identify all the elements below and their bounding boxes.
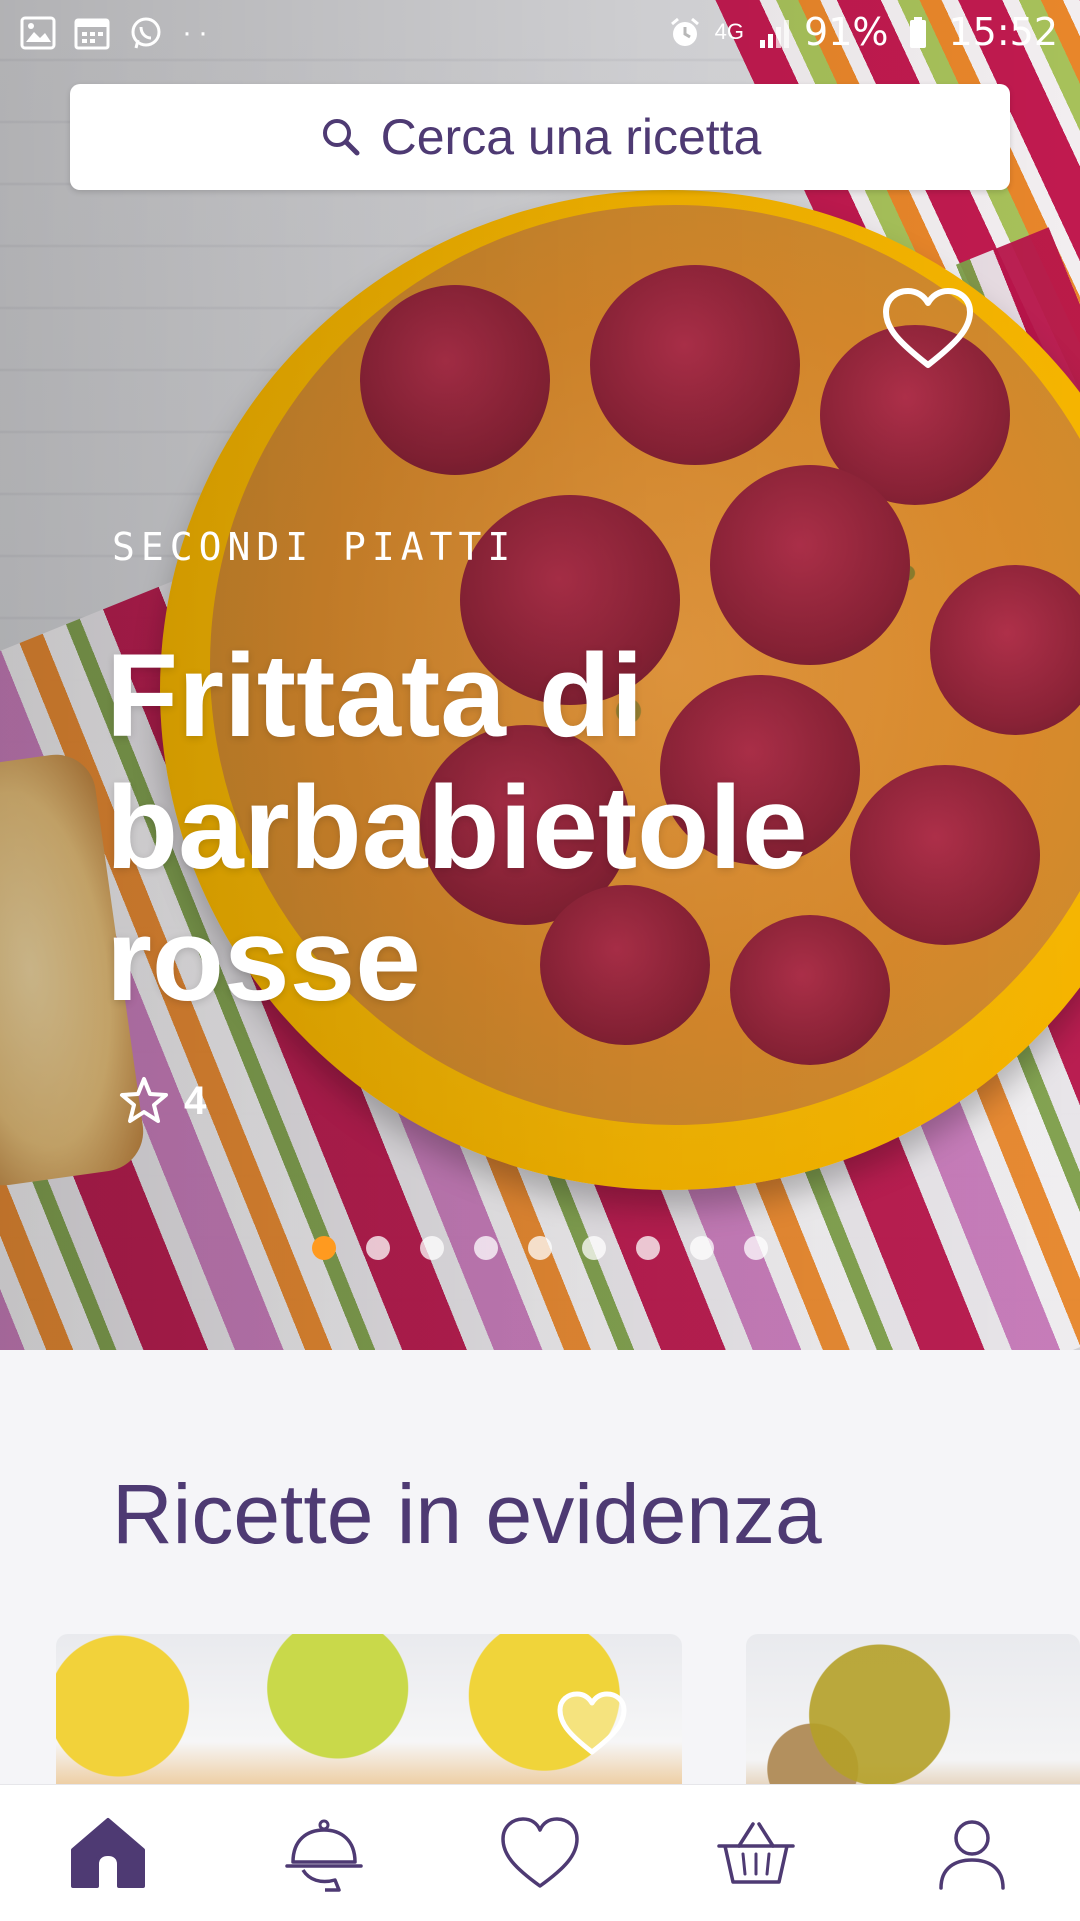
- carousel-dot[interactable]: [528, 1236, 552, 1260]
- gallery-icon: [20, 16, 56, 50]
- nav-favorites[interactable]: [480, 1793, 600, 1913]
- carousel-dot[interactable]: [582, 1236, 606, 1260]
- search-label: Cerca una ricetta: [380, 109, 762, 165]
- carousel-dot[interactable]: [312, 1236, 336, 1260]
- favorite-heart-icon[interactable]: [880, 285, 976, 371]
- cloche-icon: [285, 1819, 363, 1892]
- rating-value: 4: [184, 1078, 207, 1123]
- carousel-dot[interactable]: [690, 1236, 714, 1260]
- star-icon: [120, 1077, 168, 1123]
- battery-icon: [900, 15, 936, 49]
- nav-profile[interactable]: [912, 1793, 1032, 1913]
- recipe-rating: 4: [118, 1075, 206, 1127]
- more-notifications-icon: ··: [182, 16, 214, 49]
- network-type: 4G: [714, 19, 745, 44]
- battery-percent: 91%: [804, 10, 889, 54]
- nav-shopping[interactable]: [696, 1793, 816, 1913]
- carousel-dot[interactable]: [420, 1236, 444, 1260]
- clock: 15:52: [948, 10, 1058, 54]
- search-icon: [322, 119, 360, 156]
- carousel-dot[interactable]: [636, 1236, 660, 1260]
- bottom-navigation: [0, 1784, 1080, 1921]
- carousel-dot[interactable]: [366, 1236, 390, 1260]
- signal-icon: [756, 15, 792, 49]
- user-icon: [939, 1820, 1005, 1890]
- alarm-icon: [667, 15, 703, 49]
- recipe-category: SECONDI PIATTI: [112, 525, 517, 569]
- whatsapp-icon: [128, 16, 164, 50]
- nav-recipes[interactable]: [264, 1793, 384, 1913]
- basket-icon: [717, 1822, 795, 1884]
- status-bar: ·· 4G 91% 15:52: [0, 0, 1080, 72]
- home-icon: [71, 1818, 145, 1888]
- heart-icon: [501, 1817, 579, 1888]
- favorite-heart-icon[interactable]: [554, 1688, 630, 1758]
- search-bar[interactable]: Cerca una ricetta: [70, 84, 1010, 190]
- calendar-icon: [74, 16, 110, 50]
- recipe-title[interactable]: Frittata di barbabietole rosse: [106, 630, 966, 1026]
- carousel-dot[interactable]: [744, 1236, 768, 1260]
- nav-home[interactable]: [48, 1793, 168, 1913]
- section-title: Ricette in evidenza: [112, 1467, 822, 1561]
- carousel-indicator[interactable]: [312, 1236, 768, 1260]
- hero-carousel[interactable]: ·· 4G 91% 15:52 Cerca una ricetta SECOND…: [0, 0, 1080, 1350]
- carousel-dot[interactable]: [474, 1236, 498, 1260]
